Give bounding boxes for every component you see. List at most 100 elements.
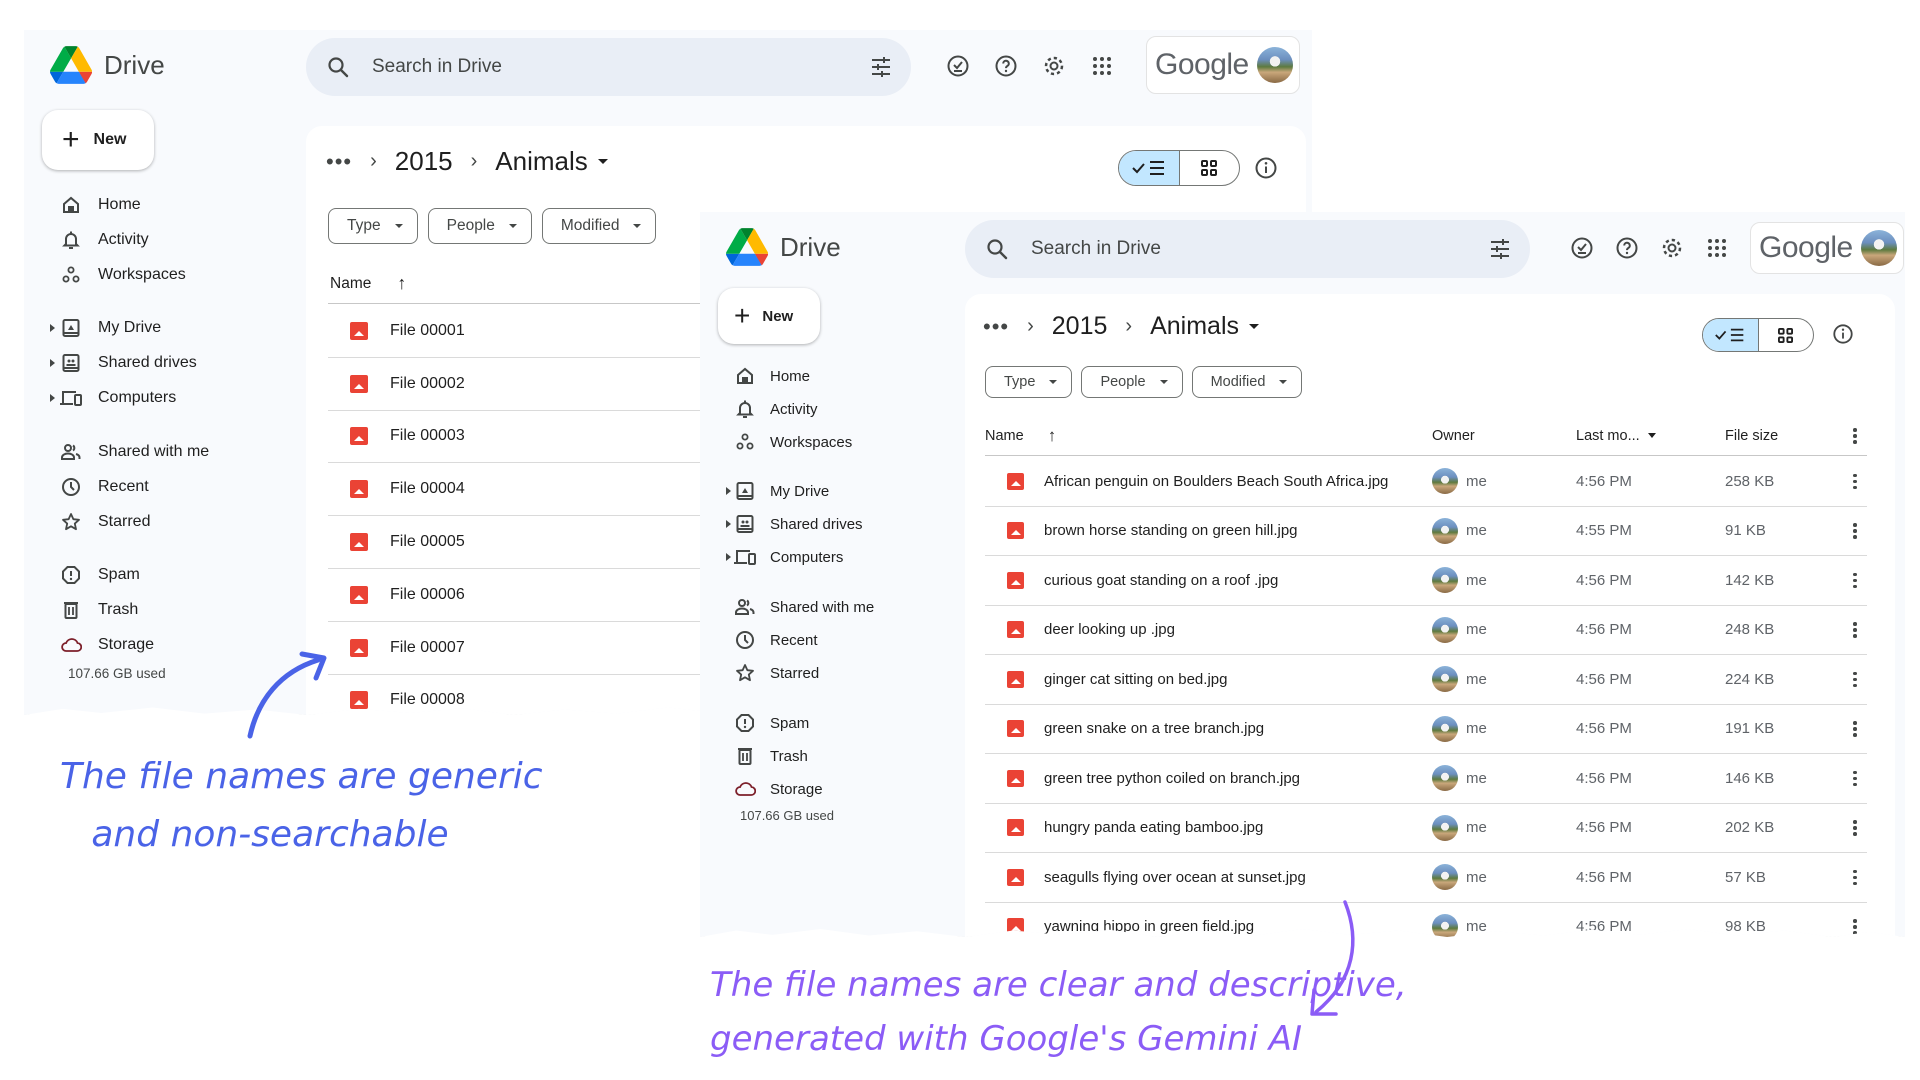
drive-logo[interactable]: Drive — [50, 46, 165, 84]
drive-logo[interactable]: Drive — [726, 228, 841, 266]
file-name[interactable]: green tree python coiled on branch.jpg — [1044, 770, 1300, 787]
search-bar[interactable]: Search in Drive — [965, 220, 1530, 278]
column-owner[interactable]: Owner — [1432, 428, 1475, 444]
sidebar-item-recent[interactable]: Recent — [24, 473, 274, 501]
sidebar-item-activity[interactable]: Activity — [700, 395, 950, 423]
sidebar-item-shared-with-me[interactable]: Shared with me — [700, 593, 950, 621]
expand-caret-icon[interactable] — [726, 553, 731, 561]
settings-icon[interactable] — [1658, 234, 1686, 262]
table-row[interactable]: hungry panda eating bamboo.jpg me 4:56 PM 2… — [985, 804, 1867, 853]
more-actions-icon[interactable] — [1847, 767, 1863, 789]
more-actions-icon[interactable] — [1847, 619, 1863, 641]
grid-view-button[interactable] — [1180, 151, 1240, 185]
sidebar-item-spam[interactable]: Spam — [24, 561, 274, 589]
file-name[interactable]: File 00002 — [390, 375, 465, 393]
settings-icon[interactable] — [1040, 52, 1068, 80]
more-actions-icon[interactable] — [1847, 470, 1863, 492]
file-name[interactable]: yawning hippo in green field.jpg — [1044, 918, 1254, 935]
more-actions-icon[interactable] — [1847, 916, 1863, 937]
sidebar-item-trash[interactable]: Trash — [24, 596, 274, 624]
sort-ascending-icon[interactable]: ↑ — [1048, 426, 1057, 446]
sidebar-item-workspaces[interactable]: Workspaces — [700, 428, 950, 456]
expand-caret-icon[interactable] — [50, 394, 55, 402]
table-row[interactable]: seagulls flying over ocean at sunset.jpg… — [985, 853, 1867, 903]
file-name[interactable]: File 00008 — [390, 691, 465, 709]
search-bar[interactable]: Search in Drive — [306, 38, 911, 96]
sidebar-item-shared-with-me[interactable]: Shared with me — [24, 438, 274, 466]
filter-people[interactable]: People — [427, 208, 532, 244]
sidebar-item-home[interactable]: Home — [24, 191, 274, 219]
column-file-size[interactable]: File size — [1725, 428, 1778, 444]
breadcrumb-item-2015[interactable]: 2015 — [395, 146, 453, 177]
sort-ascending-icon[interactable]: ↑ — [397, 273, 406, 294]
file-name[interactable]: File 00005 — [390, 533, 465, 551]
sidebar-item-activity[interactable]: Activity — [24, 226, 274, 254]
search-options-icon[interactable] — [1488, 237, 1512, 261]
filter-modified[interactable]: Modified — [1191, 366, 1303, 398]
filter-type[interactable]: Type — [985, 366, 1073, 398]
more-actions-icon[interactable] — [1847, 817, 1863, 839]
expand-caret-icon[interactable] — [50, 359, 55, 367]
sidebar-item-my-drive[interactable]: My Drive — [24, 314, 274, 342]
more-actions-icon[interactable] — [1847, 569, 1863, 591]
file-name[interactable]: File 00001 — [390, 322, 465, 340]
file-name[interactable]: green snake on a tree branch.jpg — [1044, 720, 1264, 737]
table-row[interactable]: brown horse standing on green hill.jpg me… — [985, 507, 1867, 556]
filter-type[interactable]: Type — [328, 208, 418, 244]
account-button[interactable]: Google — [1750, 222, 1904, 274]
expand-caret-icon[interactable] — [50, 324, 55, 332]
file-name[interactable]: seagulls flying over ocean at sunset.jpg — [1044, 869, 1306, 886]
info-icon[interactable] — [1832, 323, 1854, 345]
sidebar-item-storage[interactable]: Storage — [700, 775, 950, 803]
file-name[interactable]: File 00003 — [390, 427, 465, 445]
sidebar-item-my-drive[interactable]: My Drive — [700, 477, 950, 505]
file-name[interactable]: File 00004 — [390, 480, 465, 498]
file-name[interactable]: African penguin on Boulders Beach South … — [1044, 473, 1388, 490]
sidebar-item-starred[interactable]: Starred — [24, 508, 274, 536]
sidebar-item-storage[interactable]: Storage — [24, 631, 274, 659]
breadcrumb-item-2015[interactable]: 2015 — [1052, 312, 1108, 341]
expand-caret-icon[interactable] — [726, 487, 731, 495]
folder-dropdown-icon[interactable] — [1249, 324, 1259, 329]
grid-view-button[interactable] — [1759, 319, 1814, 351]
sidebar-item-home[interactable]: Home — [700, 362, 950, 390]
more-actions-icon[interactable] — [1847, 668, 1863, 690]
list-view-button[interactable] — [1703, 319, 1759, 351]
column-name[interactable]: Name — [330, 275, 371, 293]
more-actions-icon[interactable] — [1847, 520, 1863, 542]
table-row[interactable]: African penguin on Boulders Beach South … — [985, 457, 1867, 507]
search-options-icon[interactable] — [869, 55, 893, 79]
new-button[interactable]: + New — [718, 288, 820, 344]
column-name[interactable]: Name — [985, 428, 1024, 444]
table-row[interactable]: ginger cat sitting on bed.jpg me 4:56 PM 22… — [985, 655, 1867, 705]
file-name[interactable]: curious goat standing on a roof .jpg — [1044, 572, 1278, 589]
list-view-button[interactable] — [1119, 151, 1180, 185]
table-row[interactable]: green snake on a tree branch.jpg me 4:56 P… — [985, 705, 1867, 754]
search-input[interactable]: Search in Drive — [372, 56, 502, 78]
sidebar-item-recent[interactable]: Recent — [700, 626, 950, 654]
breadcrumb-current-folder[interactable]: Animals — [1150, 312, 1239, 341]
new-button[interactable]: + New — [42, 110, 154, 170]
table-row[interactable]: yawning hippo in green field.jpg me 4:56 P… — [985, 903, 1867, 937]
search-input[interactable]: Search in Drive — [1031, 238, 1161, 260]
filter-modified[interactable]: Modified — [541, 208, 657, 244]
sidebar-item-shared-drives[interactable]: Shared drives — [700, 510, 950, 538]
table-row[interactable]: green tree python coiled on branch.jpg me… — [985, 754, 1867, 804]
file-name[interactable]: ginger cat sitting on bed.jpg — [1044, 671, 1227, 688]
table-row[interactable]: curious goat standing on a roof .jpg me 4:… — [985, 556, 1867, 606]
filter-people[interactable]: People — [1081, 366, 1183, 398]
help-icon[interactable] — [992, 52, 1020, 80]
ready-for-offline-icon[interactable] — [1568, 234, 1596, 262]
sidebar-item-computers[interactable]: Computers — [700, 543, 950, 571]
more-actions-icon[interactable] — [1847, 866, 1863, 888]
expand-caret-icon[interactable] — [726, 520, 731, 528]
info-icon[interactable] — [1254, 156, 1278, 180]
breadcrumb-overflow[interactable]: ••• — [326, 149, 352, 175]
sidebar-item-workspaces[interactable]: Workspaces — [24, 261, 274, 289]
breadcrumb-current-folder[interactable]: Animals — [495, 146, 587, 177]
sidebar-item-trash[interactable]: Trash — [700, 742, 950, 770]
file-name[interactable]: brown horse standing on green hill.jpg — [1044, 522, 1298, 539]
more-actions-icon[interactable] — [1847, 718, 1863, 740]
table-row[interactable]: deer looking up .jpg me 4:56 PM 248 KB — [985, 606, 1867, 655]
more-options-icon[interactable] — [1847, 425, 1863, 447]
